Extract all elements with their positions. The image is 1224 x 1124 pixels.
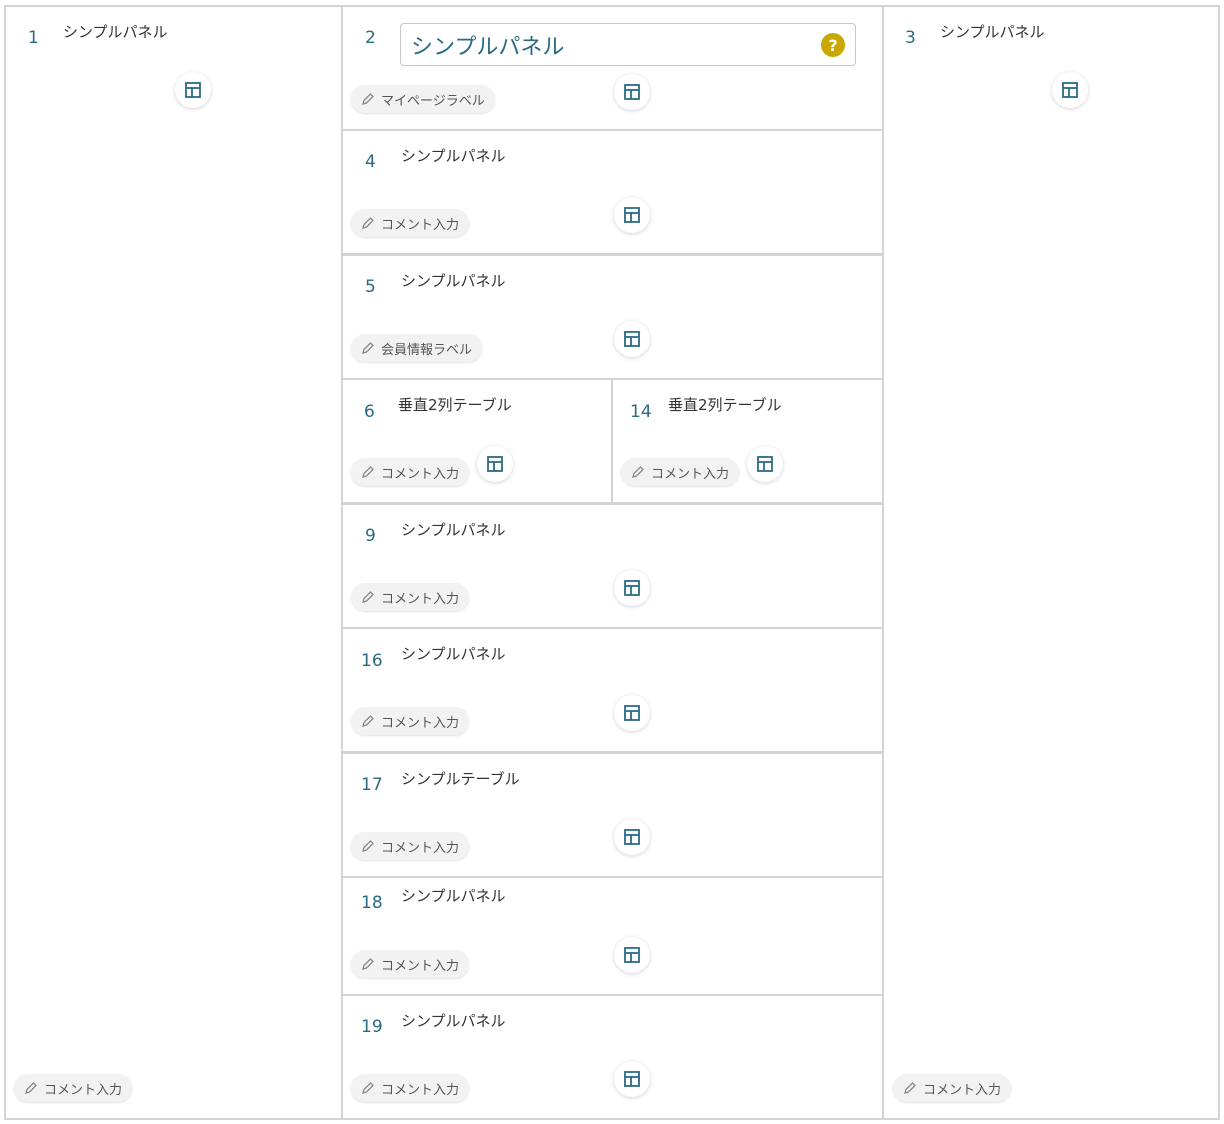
- panel-number: 5: [365, 277, 376, 297]
- layout-icon: [624, 705, 640, 721]
- panel-title-input[interactable]: ?: [400, 23, 856, 66]
- panel-number: 18: [361, 893, 383, 913]
- pencil-icon: [362, 958, 374, 970]
- layout-button[interactable]: [614, 937, 650, 973]
- layout-icon: [624, 331, 640, 347]
- panel-number: 14: [630, 402, 652, 422]
- panel-number: 19: [361, 1017, 383, 1037]
- comment-chip[interactable]: コメント入力: [14, 1074, 133, 1102]
- panel-title: シンプルテーブル: [401, 770, 520, 788]
- panel-title: シンプルパネル: [401, 272, 506, 290]
- pencil-icon: [362, 93, 374, 105]
- layout-button[interactable]: [175, 72, 211, 108]
- layout-icon: [624, 580, 640, 596]
- panel-number: 4: [365, 152, 376, 172]
- layout-button[interactable]: [1052, 72, 1088, 108]
- layout-button[interactable]: [614, 74, 650, 110]
- layout-icon: [624, 84, 640, 100]
- panel-number: 17: [361, 775, 383, 795]
- layout-icon: [624, 947, 640, 963]
- comment-chip[interactable]: コメント入力: [351, 950, 470, 978]
- pencil-icon: [362, 591, 374, 603]
- layout-icon: [1062, 82, 1078, 98]
- layout-button[interactable]: [614, 570, 650, 606]
- panel-number: 16: [361, 651, 383, 671]
- panel-number: 3: [905, 28, 916, 48]
- pencil-icon: [25, 1082, 37, 1094]
- pencil-icon: [362, 466, 374, 478]
- comment-chip[interactable]: コメント入力: [351, 832, 470, 860]
- pencil-icon: [362, 342, 374, 354]
- layout-button[interactable]: [614, 695, 650, 731]
- help-icon[interactable]: ?: [821, 33, 845, 57]
- panel-title: 垂直2列テーブル: [398, 396, 512, 414]
- chip-label: 会員情報ラベル: [381, 342, 473, 358]
- comment-chip[interactable]: コメント入力: [351, 458, 470, 486]
- chip-label: マイページラベル: [381, 93, 485, 109]
- title-input[interactable]: [411, 32, 811, 57]
- chip-label: コメント入力: [381, 840, 460, 856]
- comment-chip[interactable]: コメント入力: [893, 1074, 1012, 1102]
- label-chip[interactable]: 会員情報ラベル: [351, 334, 483, 362]
- panel-title: シンプルパネル: [401, 1012, 506, 1030]
- panel-title: シンプルパネル: [401, 887, 506, 905]
- pencil-icon: [632, 466, 644, 478]
- panel-number: 6: [364, 402, 375, 422]
- chip-label: コメント入力: [381, 958, 460, 974]
- layout-icon: [487, 456, 503, 472]
- panel-number: 9: [365, 526, 376, 546]
- comment-chip[interactable]: コメント入力: [351, 583, 470, 611]
- chip-label: コメント入力: [381, 217, 460, 233]
- comment-chip[interactable]: コメント入力: [351, 209, 470, 237]
- panel-title: シンプルパネル: [401, 521, 506, 539]
- pencil-icon: [362, 840, 374, 852]
- comment-chip[interactable]: コメント入力: [351, 707, 470, 735]
- chip-label: コメント入力: [381, 1082, 460, 1098]
- chip-label: コメント入力: [44, 1082, 123, 1098]
- layout-icon: [757, 456, 773, 472]
- panel-title: シンプルパネル: [63, 23, 168, 41]
- layout-button[interactable]: [614, 321, 650, 357]
- panel-title: シンプルパネル: [401, 645, 506, 663]
- layout-icon: [624, 207, 640, 223]
- layout-button[interactable]: [477, 446, 513, 482]
- layout-button[interactable]: [614, 197, 650, 233]
- comment-chip[interactable]: コメント入力: [351, 1074, 470, 1102]
- layout-icon: [624, 829, 640, 845]
- panel-3[interactable]: [883, 5, 1220, 1120]
- layout-icon: [624, 1071, 640, 1087]
- panel-title: シンプルパネル: [940, 23, 1045, 41]
- panel-1[interactable]: [4, 5, 343, 1120]
- comment-chip[interactable]: コメント入力: [621, 458, 740, 486]
- chip-label: コメント入力: [923, 1082, 1002, 1098]
- pencil-icon: [362, 715, 374, 727]
- layout-button[interactable]: [747, 446, 783, 482]
- chip-label: コメント入力: [381, 715, 460, 731]
- chip-label: コメント入力: [381, 466, 460, 482]
- panel-title: シンプルパネル: [401, 147, 506, 165]
- panel-number: 1: [28, 28, 39, 48]
- pencil-icon: [904, 1082, 916, 1094]
- chip-label: コメント入力: [651, 466, 730, 482]
- chip-label: コメント入力: [381, 591, 460, 607]
- layout-button[interactable]: [614, 1061, 650, 1097]
- layout-button[interactable]: [614, 819, 650, 855]
- panel-title: 垂直2列テーブル: [668, 396, 782, 414]
- pencil-icon: [362, 217, 374, 229]
- layout-icon: [185, 82, 201, 98]
- label-chip[interactable]: マイページラベル: [351, 85, 495, 113]
- panel-number: 2: [365, 28, 376, 48]
- pencil-icon: [362, 1082, 374, 1094]
